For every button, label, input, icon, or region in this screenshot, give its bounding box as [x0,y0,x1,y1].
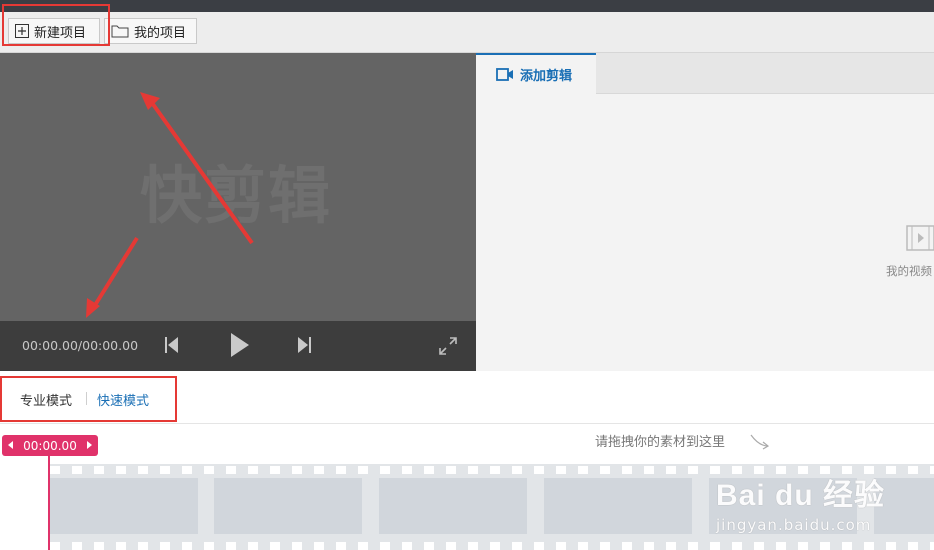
empty-library-text: 我的视频 [886,264,932,278]
frame-slot [50,478,198,534]
film-icon [906,225,934,251]
my-projects-button[interactable]: 我的项目 [104,18,197,44]
toolbar: 新建项目 我的项目 [0,12,934,53]
drop-hint: 请拖拽你的素材到这里 [595,435,726,450]
mode-fast[interactable]: 快速模式 [97,390,149,409]
clip-tabbar: 添加剪辑 [476,53,934,94]
fullscreen-icon[interactable] [439,337,457,355]
new-project-label: 新建项目 [34,25,87,41]
frame-slot [214,478,362,534]
playhead-time: 00:00.00 [23,438,77,453]
video-camera-icon [496,68,513,81]
skip-back-icon[interactable] [165,336,179,354]
curved-arrow-icon [750,434,770,450]
new-project-button[interactable]: 新建项目 [8,18,100,44]
watermark-url: jingyan.baidu.com [716,516,872,534]
window-title-bar [0,0,934,12]
mode-switcher: 专业模式 快速模式 [0,371,934,424]
plus-square-icon [15,24,29,38]
my-projects-label: 我的项目 [134,25,187,41]
preview-watermark: 快剪辑 [140,159,333,232]
player-controls: 00:00.00/00:00.00 [0,321,476,371]
filmstrip-holes-bottom [50,542,934,550]
baidu-jingyan-watermark: Bai du 经验 jingyan.baidu.com [716,470,885,534]
frame-slot [379,478,527,534]
frame-slot [544,478,692,534]
timecode-display: 00:00.00/00:00.00 [22,338,139,353]
playhead-left-arrow-icon[interactable] [8,441,13,449]
mode-pro[interactable]: 专业模式 [20,390,72,409]
video-preview: 快剪辑 [0,53,476,321]
tab-add-clip-label: 添加剪辑 [520,69,573,84]
tab-add-clip[interactable]: 添加剪辑 [476,53,596,94]
playhead-handle[interactable]: 00:00.00 [2,435,98,456]
watermark-brand: Bai du 经验 [716,479,886,512]
play-icon[interactable] [231,333,249,357]
playhead-right-arrow-icon[interactable] [87,441,92,449]
clip-panel: 添加剪辑 [476,53,934,371]
playhead-line [48,456,50,550]
mode-divider [86,392,87,405]
folder-icon [111,25,129,38]
skip-forward-icon[interactable] [297,336,311,354]
